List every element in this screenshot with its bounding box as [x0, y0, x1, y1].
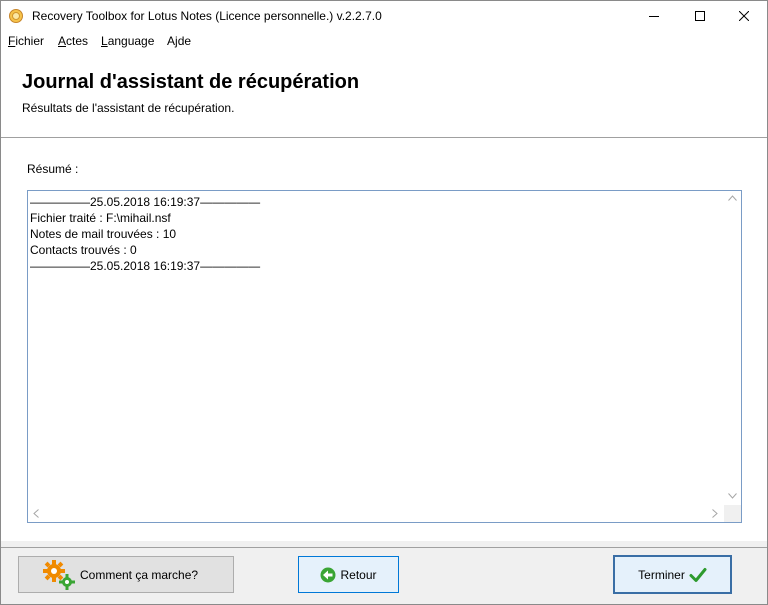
log-text: —————25.05.2018 16:19:37————— Fichier tr…	[30, 194, 720, 499]
menu-bar: Fichier Actes Language Ajde	[1, 31, 767, 51]
summary-label: Résumé :	[27, 162, 79, 176]
close-button[interactable]	[721, 1, 767, 31]
vertical-scrollbar[interactable]	[724, 191, 741, 505]
log-line: Fichier traité : F:\mihail.nsf	[30, 211, 171, 225]
checkmark-icon	[689, 567, 707, 582]
horizontal-scrollbar[interactable]	[28, 505, 724, 522]
footer-separator	[1, 547, 767, 548]
back-button[interactable]: Retour	[298, 556, 399, 593]
menu-fichier[interactable]: Fichier	[8, 34, 44, 48]
wizard-header: Journal d'assistant de récupération Résu…	[1, 51, 767, 138]
page-title: Journal d'assistant de récupération	[22, 71, 360, 93]
log-line: —————25.05.2018 16:19:37—————	[30, 195, 261, 209]
scrollbar-corner	[724, 505, 741, 522]
maximize-button[interactable]	[677, 1, 723, 31]
menu-aide[interactable]: Ajde	[167, 34, 191, 48]
menu-language[interactable]: Language	[101, 34, 154, 48]
back-label: Retour	[340, 567, 377, 582]
wizard-content: Résumé : —————25.05.2018 16:19:37————— F…	[1, 138, 767, 541]
scroll-up-icon[interactable]	[728, 195, 737, 201]
window-title: Recovery Toolbox for Lotus Notes (Licenc…	[32, 9, 382, 23]
scroll-down-icon[interactable]	[728, 493, 737, 499]
close-icon	[739, 11, 749, 21]
summary-log[interactable]: —————25.05.2018 16:19:37————— Fichier tr…	[27, 190, 742, 523]
minimize-button[interactable]	[631, 1, 677, 31]
finish-label: Terminer	[638, 567, 685, 582]
log-line: Notes de mail trouvées : 10	[30, 227, 177, 241]
log-line: —————25.05.2018 16:19:37—————	[30, 259, 261, 273]
how-it-works-label: Comment ça marche?	[80, 568, 199, 582]
minimize-icon	[649, 16, 659, 17]
gears-icon	[43, 560, 75, 590]
scroll-left-icon[interactable]	[33, 509, 39, 518]
menu-actes[interactable]: Actes	[58, 34, 88, 48]
page-subtitle: Résultats de l'assistant de récupération…	[22, 101, 235, 115]
title-bar[interactable]: Recovery Toolbox for Lotus Notes (Licenc…	[1, 1, 767, 31]
finish-button[interactable]: Terminer	[613, 555, 732, 594]
scroll-right-icon[interactable]	[712, 509, 718, 518]
app-window: Recovery Toolbox for Lotus Notes (Licenc…	[0, 0, 768, 605]
maximize-icon	[695, 11, 705, 21]
how-it-works-button[interactable]: Comment ça marche?	[18, 556, 234, 593]
log-line: Contacts trouvés : 0	[30, 243, 137, 257]
lotus-notes-app-icon	[9, 9, 23, 23]
back-arrow-icon	[320, 567, 336, 582]
